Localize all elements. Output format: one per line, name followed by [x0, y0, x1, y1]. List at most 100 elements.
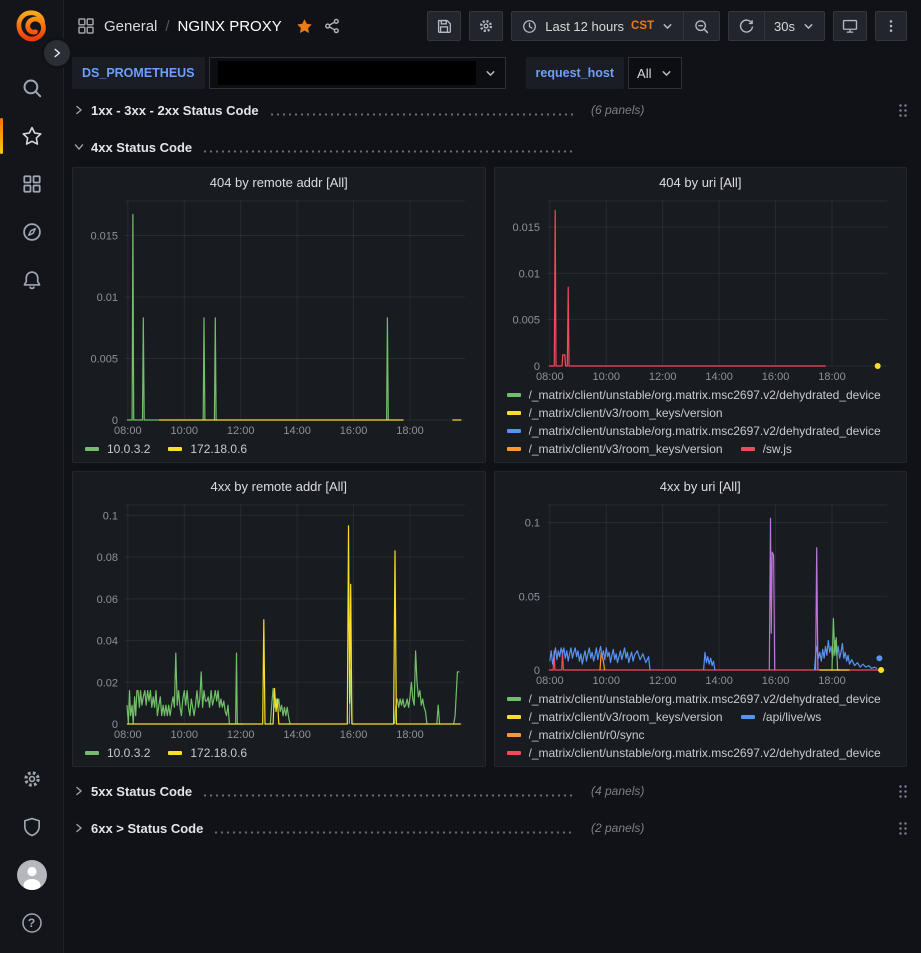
svg-text:0.1: 0.1: [524, 518, 539, 530]
sidebar-item-server-admin[interactable]: [0, 803, 63, 851]
row-header-5xx[interactable]: 5xx Status Code (4 panels): [72, 777, 907, 805]
row-drag-handle[interactable]: [898, 783, 907, 800]
shield-icon: [21, 816, 43, 838]
more-options-button[interactable]: [875, 11, 907, 41]
panel-plot-area[interactable]: 00.050.108:0010:0012:0014:0016:0018:00: [501, 498, 901, 688]
legend-item[interactable]: 172.18.0.6: [168, 442, 247, 456]
row-header-4xx[interactable]: 4xx Status Code: [72, 133, 907, 161]
share-icon[interactable]: [323, 17, 341, 35]
gear-icon: [21, 768, 43, 790]
panel-title[interactable]: 4xx by uri [All]: [501, 474, 901, 498]
row-dotted-leader: [202, 150, 575, 153]
legend-swatch: [741, 447, 755, 451]
breadcrumb-folder[interactable]: General: [104, 18, 157, 35]
legend-swatch: [507, 393, 521, 397]
variable-datasource-select[interactable]: [209, 57, 506, 89]
legend-item[interactable]: 10.0.3.2: [85, 442, 150, 456]
legend-swatch: [507, 733, 521, 737]
dashboard-body: 1xx - 3xx - 2xx Status Code (6 panels) 4…: [64, 94, 921, 953]
legend-label: /_matrix/client/v3/room_keys/version: [529, 710, 723, 724]
legend-label: /api/live/ws: [763, 710, 822, 724]
variable-label: request_host: [526, 57, 625, 89]
zoom-out-icon: [693, 18, 710, 35]
legend-item[interactable]: /sw.js: [741, 442, 792, 456]
time-zoom-out-button[interactable]: [683, 12, 719, 40]
legend-item[interactable]: /_matrix/client/unstable/org.matrix.msc2…: [507, 746, 881, 760]
sidebar-bottom-nav: ?: [0, 755, 63, 947]
refresh-icon: [738, 18, 755, 35]
panel-legend: 10.0.3.2 172.18.0.6: [79, 438, 479, 458]
sidebar-item-profile[interactable]: [0, 851, 63, 899]
svg-text:0.015: 0.015: [512, 222, 540, 234]
chevron-down-icon: [660, 67, 673, 80]
legend-item[interactable]: 10.0.3.2: [85, 746, 150, 760]
row-drag-handle[interactable]: [898, 820, 907, 837]
panel-title[interactable]: 404 by uri [All]: [501, 170, 901, 194]
row-dotted-leader: [202, 794, 575, 797]
dashboard-title[interactable]: NGINX PROXY: [178, 18, 282, 35]
cycle-view-mode-button[interactable]: [833, 11, 867, 41]
dashboard-toolbar: Last 12 hours CST 30s: [427, 11, 907, 41]
dashboard-settings-button[interactable]: [469, 11, 503, 41]
row-dotted-leader: [269, 113, 575, 116]
sidebar-item-starred[interactable]: [0, 112, 63, 160]
panel-plot-area[interactable]: 00.0050.010.01508:0010:0012:0014:0016:00…: [79, 194, 479, 438]
sidebar-item-explore[interactable]: [0, 208, 63, 256]
panel-plot-area[interactable]: 00.0050.010.01508:0010:0012:0014:0016:00…: [501, 194, 901, 384]
svg-text:18:00: 18:00: [818, 675, 846, 687]
row-chevron-icon: [72, 821, 86, 835]
svg-text:0.015: 0.015: [90, 230, 118, 242]
kebab-menu-icon: [883, 18, 899, 34]
refresh-interval-button[interactable]: 30s: [764, 12, 824, 40]
row-title: 6xx > Status Code: [91, 821, 203, 836]
row-panel-count: (4 panels): [591, 784, 644, 798]
panel-legend: /_matrix/client/unstable/org.matrix.msc2…: [501, 384, 901, 458]
row-panel-count: (2 panels): [591, 821, 644, 835]
sidebar-item-dashboards[interactable]: [0, 160, 63, 208]
legend-item[interactable]: /_matrix/client/v3/room_keys/version: [507, 442, 723, 456]
sidebar-item-alerting[interactable]: [0, 256, 63, 304]
breadcrumb-separator: /: [165, 18, 169, 35]
sidebar-expand-button[interactable]: [44, 40, 70, 66]
main-area: General / NGINX PROXY Las: [64, 0, 921, 953]
variable-request-host-select[interactable]: All: [628, 57, 682, 89]
svg-text:12:00: 12:00: [227, 425, 255, 437]
sidebar-item-help[interactable]: ?: [0, 899, 63, 947]
help-glyph: ?: [20, 911, 44, 935]
sidebar-item-search[interactable]: [0, 64, 63, 112]
gear-icon: [477, 17, 495, 35]
row-header-6xx[interactable]: 6xx > Status Code (2 panels): [72, 814, 907, 842]
legend-item[interactable]: /_matrix/client/v3/room_keys/version: [507, 406, 723, 420]
grafana-logo-icon[interactable]: [13, 8, 51, 46]
svg-text:0.005: 0.005: [90, 353, 118, 365]
panel-title[interactable]: 404 by remote addr [All]: [79, 170, 479, 194]
row-header-1xx-3xx-2xx[interactable]: 1xx - 3xx - 2xx Status Code (6 panels): [72, 96, 907, 124]
panel-title[interactable]: 4xx by remote addr [All]: [79, 474, 479, 498]
legend-label: /_matrix/client/unstable/org.matrix.msc2…: [529, 424, 881, 438]
legend-item[interactable]: /_matrix/client/v3/room_keys/version: [507, 710, 723, 724]
legend-label: 10.0.3.2: [107, 746, 150, 760]
row-chevron-icon: [72, 784, 86, 798]
svg-text:16:00: 16:00: [340, 729, 368, 741]
row-drag-handle[interactable]: [898, 102, 907, 119]
save-dashboard-button[interactable]: [427, 11, 461, 41]
svg-text:14:00: 14:00: [705, 371, 733, 383]
legend-item[interactable]: /_matrix/client/r0/sync: [507, 728, 645, 742]
chevron-down-icon: [802, 20, 815, 33]
variable-value: All: [637, 66, 651, 81]
legend-swatch: [507, 697, 521, 701]
time-range-button[interactable]: Last 12 hours CST: [512, 12, 683, 40]
legend-item[interactable]: /_matrix/client/unstable/org.matrix.msc2…: [507, 424, 881, 438]
star-filled-icon[interactable]: [296, 18, 313, 35]
legend-item[interactable]: /api/live/ws: [741, 710, 822, 724]
panel-4xx-by-uri: 4xx by uri [All] 00.050.108:0010:0012:00…: [494, 471, 908, 767]
panel-plot-area[interactable]: 00.020.040.060.080.108:0010:0012:0014:00…: [79, 498, 479, 742]
legend-swatch: [168, 751, 182, 755]
legend-item[interactable]: /_matrix/client/unstable/org.matrix.msc2…: [507, 692, 881, 706]
refresh-button[interactable]: [729, 12, 764, 40]
legend-item[interactable]: 172.18.0.6: [168, 746, 247, 760]
legend-item[interactable]: /_matrix/client/unstable/org.matrix.msc2…: [507, 388, 881, 402]
svg-text:16:00: 16:00: [340, 425, 368, 437]
person-icon: [17, 860, 47, 890]
sidebar-item-configuration[interactable]: [0, 755, 63, 803]
